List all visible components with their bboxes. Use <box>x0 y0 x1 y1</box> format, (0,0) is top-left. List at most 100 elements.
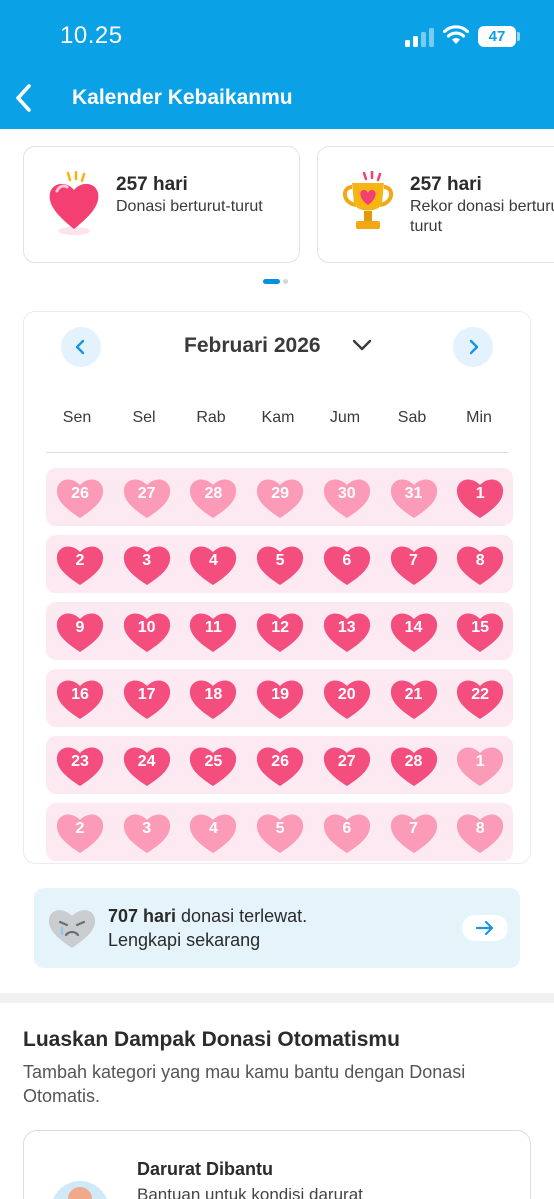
record-card[interactable]: 257 hari Rekor donasi berturut-turut <box>317 146 554 263</box>
back-arrow-icon[interactable] <box>10 82 42 114</box>
weekday-label: Sab <box>397 409 427 426</box>
calendar-day-number: 20 <box>337 686 356 703</box>
calendar-day[interactable]: 26 <box>55 474 105 520</box>
calendar-day-number: 24 <box>137 753 156 770</box>
calendar-day[interactable]: 15 <box>455 608 505 654</box>
carousel-indicator <box>263 279 288 297</box>
calendar-day-number: 28 <box>204 485 223 502</box>
category-desc: Bantuan untuk kondisi darurat <box>137 1185 363 1199</box>
calendar-day-number: 5 <box>275 820 285 837</box>
calendar-day-number: 21 <box>404 686 423 703</box>
calendar-day[interactable]: 16 <box>55 675 105 721</box>
sad-heart-icon <box>48 910 96 948</box>
calendar-day[interactable]: 8 <box>455 541 505 587</box>
calendar-day[interactable]: 23 <box>55 742 105 788</box>
calendar-day-number: 23 <box>71 753 89 770</box>
calendar-day[interactable]: 8 <box>455 809 505 855</box>
app-header: 10.25 47 Kalender Kebaikanmu <box>0 0 554 129</box>
calendar-day[interactable]: 28 <box>389 742 439 788</box>
weekday-label: Kam <box>261 409 295 426</box>
missed-desc: donasi terlewat. <box>176 906 308 926</box>
calendar-day[interactable]: 21 <box>389 675 439 721</box>
calendar-day[interactable]: 20 <box>322 675 372 721</box>
calendar-day[interactable]: 7 <box>389 809 439 855</box>
arrow-right-icon <box>476 921 494 935</box>
weekday-label: Rab <box>196 409 226 426</box>
heart-icon <box>49 171 99 235</box>
calendar-day[interactable]: 19 <box>255 675 305 721</box>
calendar-day[interactable]: 28 <box>188 474 238 520</box>
calendar-day[interactable]: 17 <box>122 675 172 721</box>
chevron-right-icon <box>469 339 479 355</box>
calendar-day[interactable]: 27 <box>322 742 372 788</box>
calendar-day-number: 13 <box>337 619 356 636</box>
calendar-day-number: 25 <box>204 753 223 770</box>
calendar-day[interactable]: 1 <box>455 474 505 520</box>
calendar-day-number: 3 <box>142 820 152 837</box>
calendar-day[interactable]: 14 <box>389 608 439 654</box>
next-month-button[interactable] <box>453 327 493 367</box>
missed-donation-text: 707 hari donasi terlewat. Lengkapi sekar… <box>108 904 307 952</box>
calendar-day[interactable]: 10 <box>122 608 172 654</box>
calendar-day[interactable]: 22 <box>455 675 505 721</box>
calendar-day[interactable]: 6 <box>322 809 372 855</box>
category-title: Darurat Dibantu <box>137 1159 274 1179</box>
prev-month-button[interactable] <box>61 327 101 367</box>
calendar-day-number: 26 <box>71 485 89 502</box>
calendar-day-number: 8 <box>475 820 485 837</box>
divider <box>46 452 509 453</box>
calendar-week-row: 16 17 18 19 20 21 22 <box>46 669 513 727</box>
streak-label: Donasi berturut-turut <box>116 198 263 215</box>
calendar-day-number: 22 <box>471 686 490 703</box>
record-value: 257 hari <box>410 174 482 195</box>
month-label[interactable]: Februari 2026 <box>184 334 321 358</box>
calendar-day[interactable]: 3 <box>122 541 172 587</box>
missed-action-text: Lengkapi sekarang <box>108 930 261 950</box>
calendar-day[interactable]: 18 <box>188 675 238 721</box>
calendar-day[interactable]: 1 <box>455 742 505 788</box>
streak-card[interactable]: 257 hari Donasi berturut-turut <box>23 146 300 263</box>
trophy-icon <box>343 171 393 229</box>
weekday-label: Sen <box>62 409 92 426</box>
missed-action-button[interactable] <box>462 915 508 941</box>
calendar-day[interactable]: 6 <box>322 541 372 587</box>
calendar-day[interactable]: 5 <box>255 541 305 587</box>
calendar-day[interactable]: 25 <box>188 742 238 788</box>
calendar-day[interactable]: 26 <box>255 742 305 788</box>
chevron-down-icon[interactable] <box>352 338 372 352</box>
missed-donation-banner[interactable]: 707 hari donasi terlewat. Lengkapi sekar… <box>34 888 520 968</box>
calendar-card: Februari 2026 Sen Sel Rab Kam Jum Sab Mi… <box>23 311 531 864</box>
weekday-label: Sel <box>132 409 156 426</box>
calendar-day-number: 26 <box>271 753 289 770</box>
calendar-day[interactable]: 5 <box>255 809 305 855</box>
calendar-day[interactable]: 29 <box>255 474 305 520</box>
calendar-day[interactable]: 3 <box>122 809 172 855</box>
calendar-week-row: 2 3 4 5 6 7 8 <box>46 803 513 861</box>
calendar-day[interactable]: 4 <box>188 541 238 587</box>
calendar-day[interactable]: 2 <box>55 541 105 587</box>
calendar-day[interactable]: 31 <box>389 474 439 520</box>
calendar-day-number: 4 <box>208 820 218 837</box>
carousel-dot-active <box>263 279 280 284</box>
calendar-day-number: 5 <box>275 552 285 569</box>
calendar-day-number: 2 <box>75 820 85 837</box>
calendar-day[interactable]: 12 <box>255 608 305 654</box>
calendar-day[interactable]: 27 <box>122 474 172 520</box>
calendar-day[interactable]: 30 <box>322 474 372 520</box>
calendar-day[interactable]: 7 <box>389 541 439 587</box>
calendar-week-row: 9 10 11 12 13 14 15 <box>46 602 513 660</box>
missed-count: 707 hari <box>108 906 177 926</box>
calendar-day[interactable]: 9 <box>55 608 105 654</box>
calendar-day[interactable]: 4 <box>188 809 238 855</box>
calendar-day-number: 29 <box>271 485 289 502</box>
calendar-day[interactable]: 2 <box>55 809 105 855</box>
calendar-day[interactable]: 11 <box>188 608 238 654</box>
calendar-week-row: 26 27 28 29 30 31 1 <box>46 468 513 526</box>
chevron-left-icon <box>75 339 85 355</box>
calendar-day-number: 2 <box>75 552 85 569</box>
status-time: 10.25 <box>60 22 123 49</box>
calendar-day[interactable]: 13 <box>322 608 372 654</box>
calendar-day-number: 11 <box>204 619 222 636</box>
category-card[interactable]: Darurat Dibantu Bantuan untuk kondisi da… <box>23 1130 531 1199</box>
calendar-day[interactable]: 24 <box>122 742 172 788</box>
